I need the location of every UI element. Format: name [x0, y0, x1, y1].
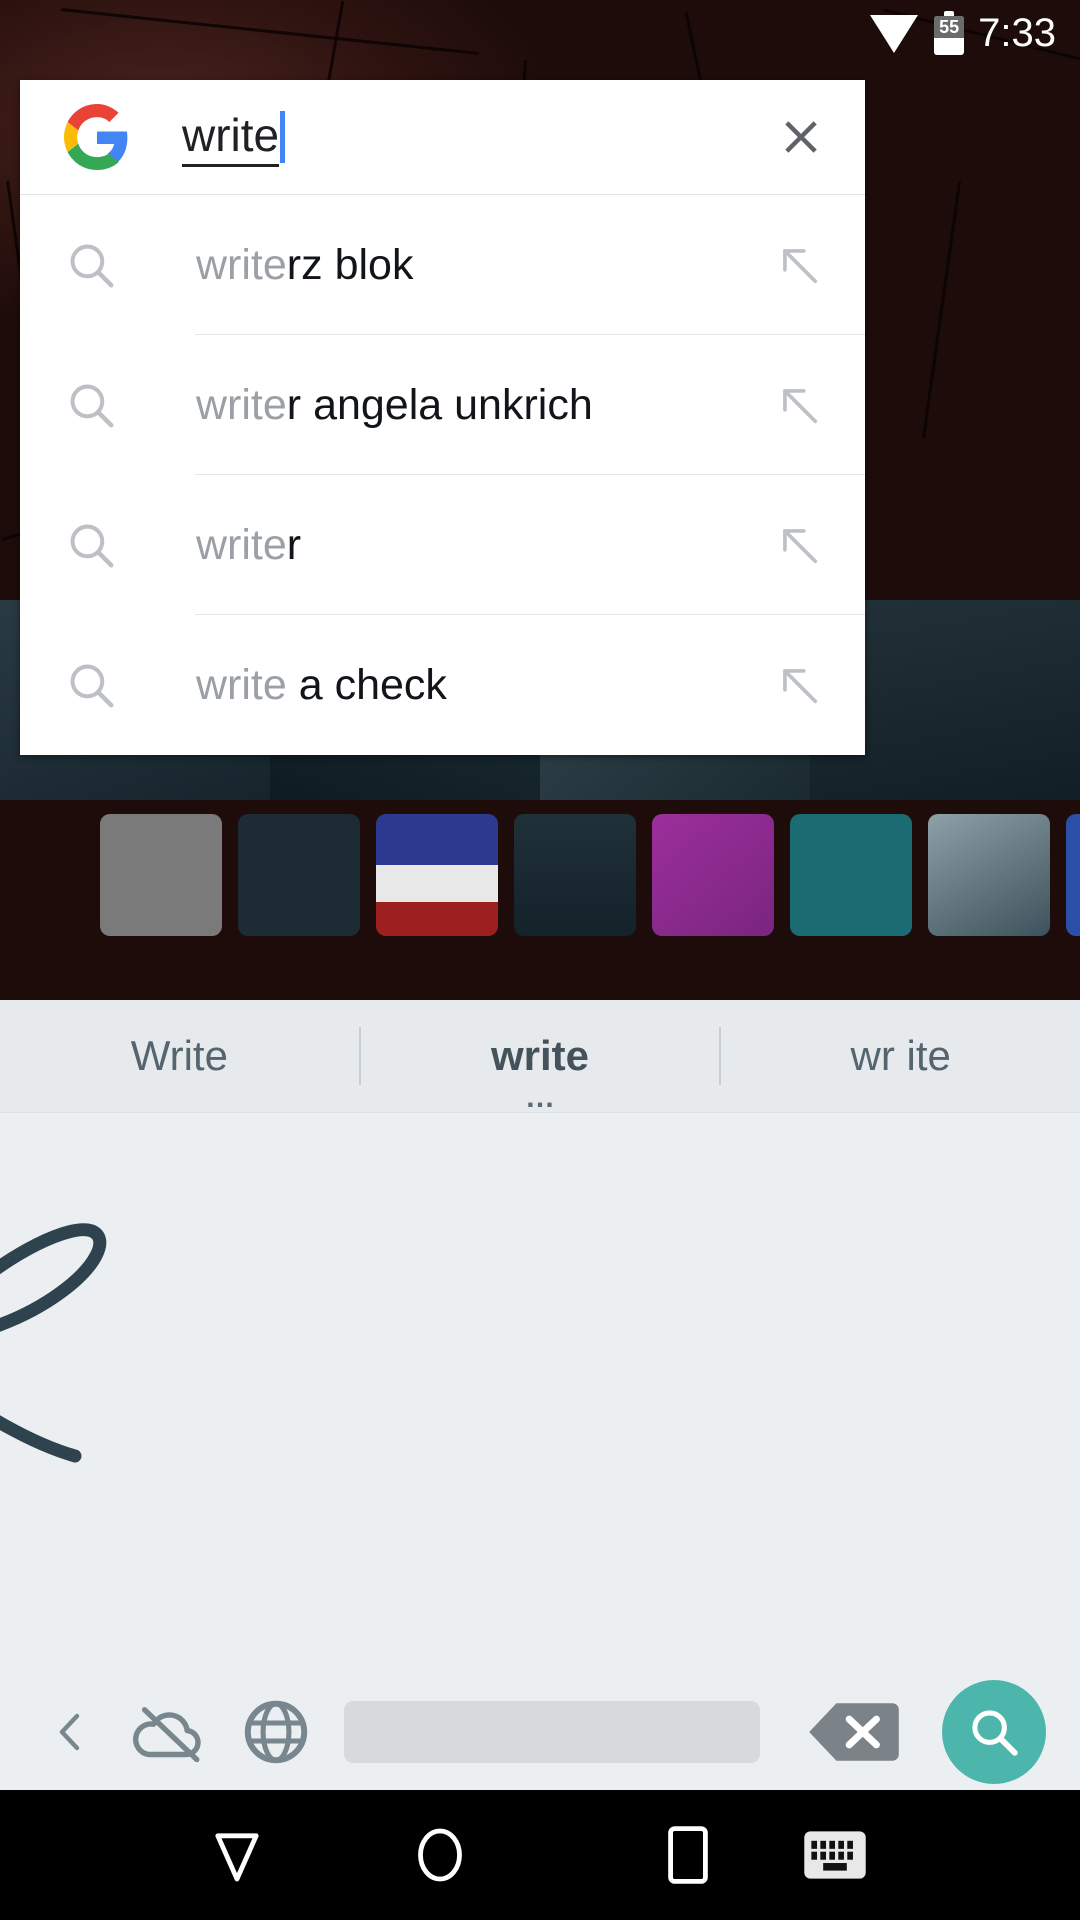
backspace-icon[interactable]: [806, 1696, 902, 1768]
suggestion-completion: a check: [298, 661, 447, 709]
suggestion-matched-prefix: write: [196, 381, 287, 429]
suggestion-completion: rz blok: [286, 241, 414, 289]
app-icon[interactable]: [1066, 814, 1080, 936]
suggestion-matched-prefix: write: [196, 241, 287, 289]
globe-icon[interactable]: [238, 1694, 314, 1770]
candidate-more-indicator[interactable]: …: [361, 1083, 720, 1113]
search-icon: [64, 378, 118, 432]
candidate-label: wr ite: [850, 1032, 951, 1079]
chevron-left-icon[interactable]: [34, 1696, 106, 1768]
suggestion-label: writer: [196, 519, 773, 571]
candidate-2[interactable]: write …: [361, 1000, 720, 1113]
app-icon[interactable]: [100, 814, 222, 936]
app-icon[interactable]: [238, 814, 360, 936]
battery-icon: 55: [934, 11, 965, 55]
home-screen-icons: [0, 800, 1080, 1000]
candidate-strip: Write write … wr ite: [0, 1000, 1080, 1113]
search-icon: [64, 238, 118, 292]
search-suggestions-list: writerz blok writer angela unkrich writer w…: [20, 195, 865, 755]
text-caret: [280, 111, 286, 163]
search-bar: write: [20, 80, 865, 195]
recents-square-icon[interactable]: [648, 1815, 728, 1895]
search-icon[interactable]: [942, 1680, 1046, 1784]
app-icon[interactable]: [514, 814, 636, 936]
suggestion-item[interactable]: write a check: [20, 615, 865, 755]
arrow-up-left-icon[interactable]: [773, 659, 825, 711]
candidate-1[interactable]: Write: [0, 1000, 359, 1112]
keyboard-bottom-row: [0, 1673, 1080, 1791]
suggestion-item[interactable]: writerz blok: [20, 195, 865, 335]
suggestion-completion: r: [286, 521, 302, 569]
close-icon[interactable]: [765, 101, 837, 173]
candidate-3[interactable]: wr ite: [721, 1000, 1080, 1112]
app-icon[interactable]: [790, 814, 912, 936]
status-bar: 55 7:33: [0, 0, 1080, 66]
app-icon[interactable]: [376, 814, 498, 936]
candidate-label: Write: [130, 1032, 228, 1079]
wallpaper-texture: [921, 181, 962, 439]
wifi-icon: [868, 11, 920, 55]
suggestion-item[interactable]: writer: [20, 475, 865, 615]
candidate-label: write: [490, 1032, 590, 1079]
search-icon: [64, 658, 118, 712]
search-input-value: write: [182, 107, 280, 167]
handwriting-keyboard: Write write … wr ite: [0, 1000, 1080, 1791]
cloud-off-icon[interactable]: [128, 1689, 214, 1775]
google-search-dialog: write writerz blok writer angela unkrich w…: [20, 80, 865, 755]
app-icon[interactable]: [652, 814, 774, 936]
suggestion-matched-prefix: write: [196, 661, 299, 709]
search-icon: [64, 518, 118, 572]
suggestion-matched-prefix: write: [196, 521, 287, 569]
status-bar-clock: 7:33: [978, 11, 1056, 55]
system-navigation-bar: [0, 1790, 1080, 1920]
arrow-up-left-icon[interactable]: [773, 239, 825, 291]
suggestion-completion: r angela unkrich: [286, 381, 593, 429]
keyboard-switch-icon[interactable]: [800, 1829, 870, 1881]
suggestion-label: writer angela unkrich: [196, 379, 773, 431]
suggestion-item[interactable]: writer angela unkrich: [20, 335, 865, 475]
home-circle-icon[interactable]: [400, 1815, 480, 1895]
suggestion-label: write a check: [196, 659, 773, 711]
app-icon[interactable]: [928, 814, 1050, 936]
battery-level-label: 55: [939, 17, 960, 37]
google-g-logo: [64, 104, 130, 170]
arrow-up-left-icon[interactable]: [773, 519, 825, 571]
arrow-up-left-icon[interactable]: [773, 379, 825, 431]
handwriting-canvas[interactable]: [0, 1113, 1080, 1673]
search-input[interactable]: write: [182, 104, 755, 170]
space-bar[interactable]: [344, 1701, 760, 1763]
keyboard-down-icon[interactable]: [197, 1815, 277, 1895]
suggestion-label: writerz blok: [196, 239, 773, 291]
